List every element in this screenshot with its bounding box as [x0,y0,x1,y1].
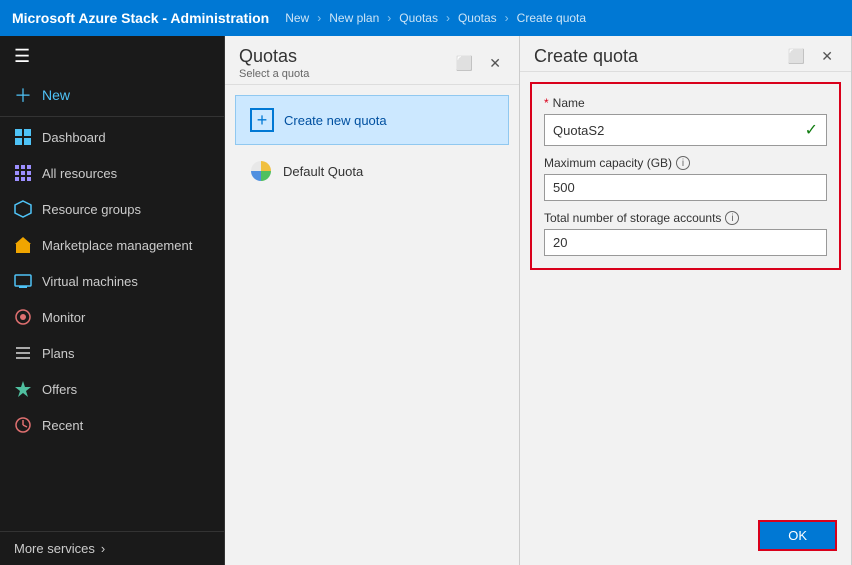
create-new-quota-button[interactable]: + Create new quota [235,95,509,145]
sidebar-label-all-resources: All resources [42,166,117,181]
sidebar-label-monitor: Monitor [42,310,85,325]
sidebar-item-plans[interactable]: Plans [0,335,224,371]
sidebar-label-resource-groups: Resource groups [42,202,141,217]
sidebar-item-marketplace[interactable]: Marketplace management [0,227,224,263]
monitor-icon [14,308,32,326]
more-services-chevron: › [101,541,105,556]
more-services-link[interactable]: More services › [0,531,224,565]
recent-icon [14,416,32,434]
new-label: New [42,87,70,103]
quotas-panel-title: Quotas [239,46,309,67]
hamburger-button[interactable]: ☰ [0,36,224,77]
create-quota-title-block: Create quota [534,46,638,67]
sidebar-label-dashboard: Dashboard [42,130,106,145]
breadcrumb-quotas2[interactable]: Quotas [458,11,497,25]
breadcrumb-new[interactable]: New [285,11,309,25]
sidebar-label-marketplace: Marketplace management [42,238,192,253]
name-valid-icon: ✓ [805,120,818,140]
quotas-panel-actions: ⬜ ✕ [452,53,505,74]
virtual-machines-icon [14,272,32,290]
create-quota-close-button[interactable]: ✕ [817,46,837,67]
quotas-panel-title-block: Quotas Select a quota [239,46,309,80]
sidebar-item-dashboard[interactable]: Dashboard [0,119,224,155]
quota-item-default[interactable]: Default Quota [235,149,509,193]
quotas-panel-close-button[interactable]: ✕ [485,53,505,74]
sidebar-item-all-resources[interactable]: All resources [0,155,224,191]
sidebar-label-virtual-machines: Virtual machines [42,274,138,289]
create-new-quota-label: Create new quota [284,113,387,128]
offers-icon [14,380,32,398]
capacity-label-text: Maximum capacity (GB) [544,156,672,170]
breadcrumb: New › New plan › Quotas › Quotas › Creat… [281,11,590,25]
sidebar: ☰ ＋ New Dashboard All resources Resource… [0,36,225,565]
storage-input-wrapper [544,229,827,256]
sidebar-label-recent: Recent [42,418,83,433]
capacity-info-icon[interactable]: i [676,156,690,170]
create-quota-panel-title: Create quota [534,46,638,67]
create-quota-panel: Create quota ⬜ ✕ * Name ✓ [520,36,852,565]
create-quota-form-body: * Name ✓ Maximum capacity (GB) i [520,72,851,506]
plans-icon [14,344,32,362]
ok-button-container: OK [520,506,851,565]
create-quota-panel-actions: ⬜ ✕ [784,46,837,67]
create-plus-icon: + [250,108,274,132]
create-quota-panel-header: Create quota ⬜ ✕ [520,36,851,72]
quotas-panel-resize-button[interactable]: ⬜ [452,53,477,74]
capacity-label: Maximum capacity (GB) i [544,156,827,170]
breadcrumb-newplan[interactable]: New plan [329,11,379,25]
sidebar-item-virtual-machines[interactable]: Virtual machines [0,263,224,299]
name-label-text: Name [553,96,585,110]
breadcrumb-createquota[interactable]: Create quota [517,11,586,25]
more-services-label: More services [14,541,95,556]
app-title: Microsoft Azure Stack - Administration [12,10,269,26]
sidebar-item-monitor[interactable]: Monitor [0,299,224,335]
top-bar: Microsoft Azure Stack - Administration N… [0,0,852,36]
name-input-wrapper: ✓ [544,114,827,146]
dashboard-icon [14,128,32,146]
storage-label-text: Total number of storage accounts [544,211,721,225]
sidebar-item-resource-groups[interactable]: Resource groups [0,191,224,227]
sidebar-label-offers: Offers [42,382,77,397]
name-input[interactable] [553,123,805,138]
plus-icon: ＋ [14,86,32,104]
sidebar-item-recent[interactable]: Recent [0,407,224,443]
quotas-panel-header: Quotas Select a quota ⬜ ✕ [225,36,519,85]
default-quota-label: Default Quota [283,164,363,179]
sidebar-item-offers[interactable]: Offers [0,371,224,407]
quotas-panel-body: + Create new quota Default Quota [225,85,519,565]
name-required-star: * [544,96,549,110]
create-quota-resize-button[interactable]: ⬜ [784,46,809,67]
default-quota-icon [249,159,273,183]
sidebar-label-plans: Plans [42,346,75,361]
ok-button[interactable]: OK [758,520,837,551]
storage-label: Total number of storage accounts i [544,211,827,225]
all-resources-icon [14,164,32,182]
resource-groups-icon [14,200,32,218]
sidebar-item-new[interactable]: ＋ New [0,77,224,117]
capacity-input[interactable] [553,180,818,195]
quotas-panel-subtitle: Select a quota [239,68,309,80]
main-layout: ☰ ＋ New Dashboard All resources Resource… [0,36,852,565]
name-label: * Name [544,96,827,110]
breadcrumb-quotas1[interactable]: Quotas [399,11,438,25]
capacity-input-wrapper [544,174,827,201]
quotas-panel: Quotas Select a quota ⬜ ✕ + Create new q… [225,36,520,565]
storage-info-icon[interactable]: i [725,211,739,225]
storage-input[interactable] [553,235,818,250]
content-area: Quotas Select a quota ⬜ ✕ + Create new q… [225,36,852,565]
create-quota-form-section: * Name ✓ Maximum capacity (GB) i [530,82,841,270]
marketplace-icon [14,236,32,254]
